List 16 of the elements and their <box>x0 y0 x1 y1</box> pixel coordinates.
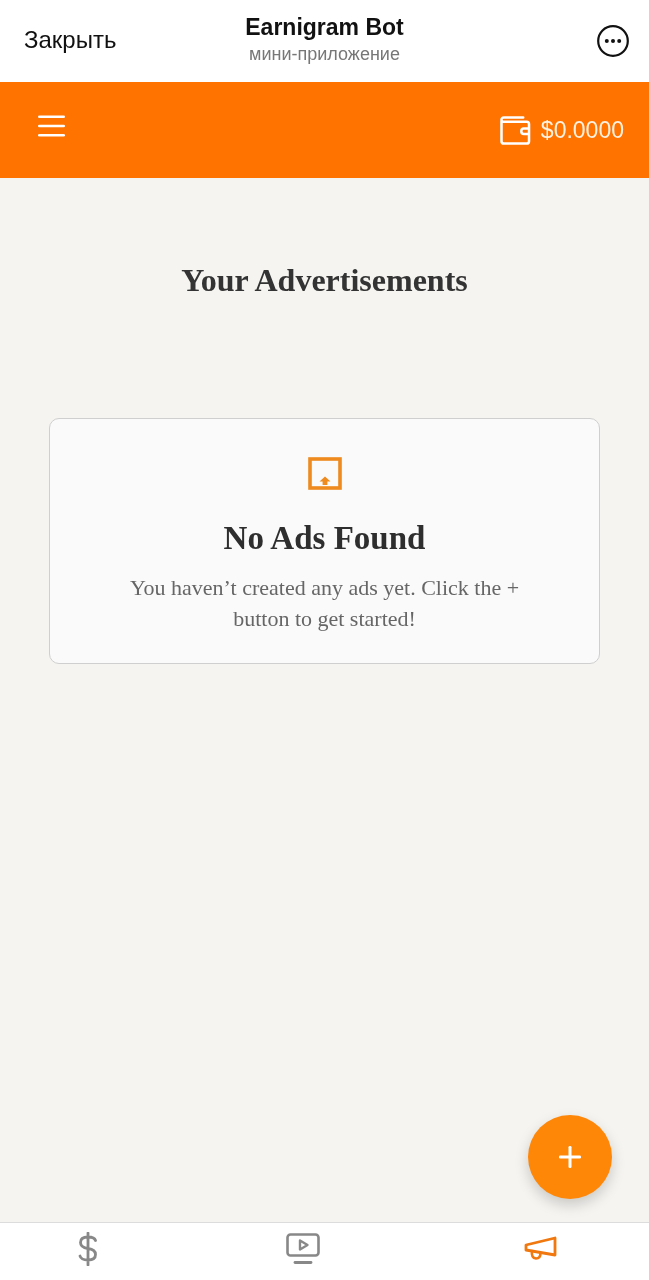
upload-box-icon <box>307 457 342 490</box>
menu-icon[interactable] <box>38 115 65 137</box>
bot-title: Earnigram Bot <box>245 13 404 42</box>
plus-icon <box>559 1146 581 1168</box>
close-button[interactable]: Закрыть <box>24 26 117 54</box>
empty-state-message: You haven’t created any ads yet. Click the + button to get started! <box>128 574 521 633</box>
dollar-icon <box>78 1231 99 1266</box>
video-screen-icon <box>286 1232 321 1265</box>
wallet-icon <box>499 115 531 145</box>
balance-amount: $0.0000 <box>540 116 624 144</box>
add-ad-button[interactable] <box>528 1115 612 1199</box>
more-icon[interactable] <box>597 25 629 57</box>
bot-subtitle: мини-приложение <box>249 43 400 66</box>
empty-state-title: No Ads Found <box>223 519 426 557</box>
megaphone-icon <box>523 1235 558 1262</box>
page-title: Your Advertisements <box>181 261 468 300</box>
